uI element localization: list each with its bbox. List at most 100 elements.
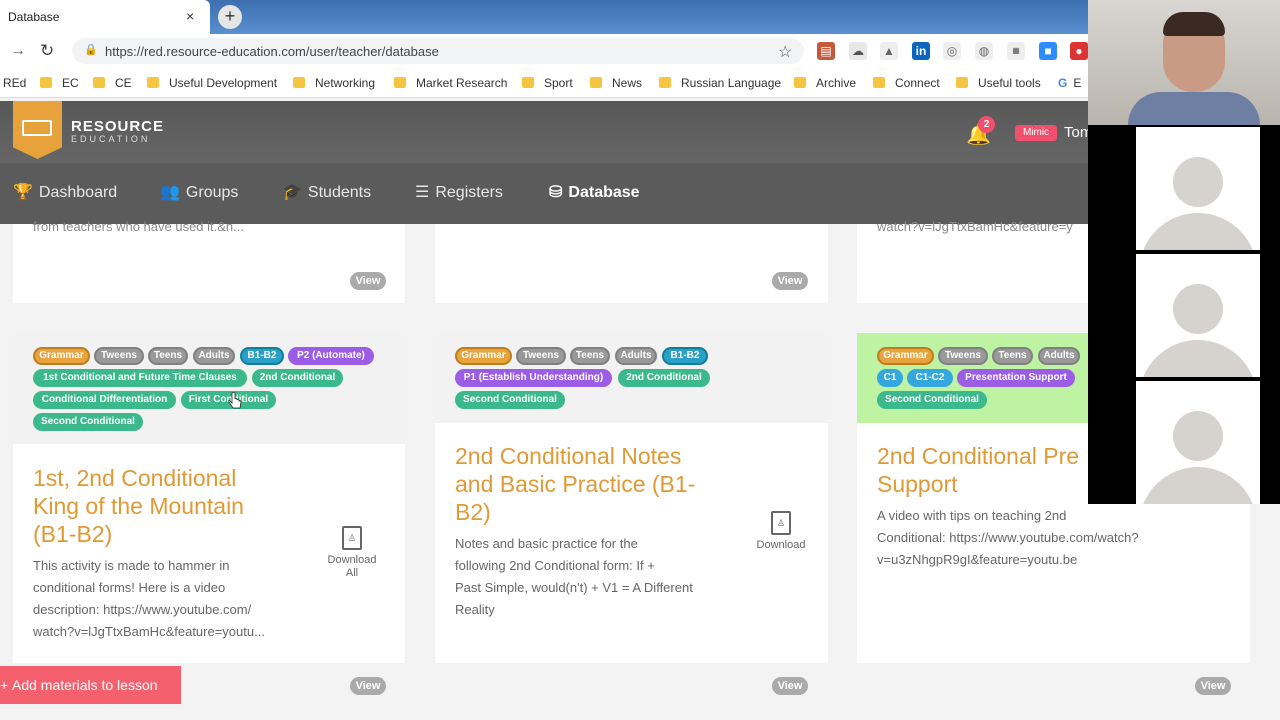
bookmark-connect[interactable]: Connect	[873, 76, 940, 90]
download-label: All	[345, 567, 359, 579]
nav-database[interactable]: ⛁ Database	[549, 182, 640, 202]
tool-extension-icon[interactable]: ▦	[1007, 42, 1025, 60]
view-button[interactable]: View	[772, 272, 808, 290]
view-button[interactable]: View	[350, 272, 386, 290]
url-text[interactable]: https://red.resource-education.com/user/…	[105, 44, 439, 59]
bookmark-google[interactable]: GE	[1058, 76, 1081, 90]
pdf-file-icon: ♙	[342, 526, 362, 550]
pdf-extension-icon[interactable]: ▤	[817, 42, 835, 60]
folder-icon	[873, 77, 885, 88]
card-title-line: 2nd Conditional Pre	[877, 443, 1080, 469]
pdf-file-icon: ♙	[771, 511, 791, 535]
card-title[interactable]: 2nd Conditional Notes and Basic Practice…	[455, 442, 735, 526]
bookmark-networking[interactable]: Networking	[293, 76, 375, 90]
bookmark-useful-development[interactable]: Useful Development	[147, 76, 277, 90]
bookmark-label: Useful Development	[169, 76, 278, 90]
resource-card-above-2	[435, 224, 828, 303]
card-title[interactable]: 1st, 2nd Conditional King of the Mountai…	[33, 464, 313, 548]
linkedin-extension-icon[interactable]: in	[912, 42, 930, 60]
cloud-extension-icon[interactable]: ☁	[849, 42, 867, 60]
tag-stage[interactable]: P1 (Establish Understanding)	[455, 369, 612, 387]
new-tab-button[interactable]: +	[218, 5, 242, 29]
view-button[interactable]: View	[1195, 677, 1231, 695]
shield-extension-icon[interactable]: ◍	[975, 42, 993, 60]
card-description: This activity is made to hammer in condi…	[33, 555, 323, 643]
bookmark-ec[interactable]: EC	[40, 76, 79, 90]
tag-topic[interactable]: Second Conditional	[877, 391, 987, 409]
tag-teens[interactable]: Teens	[148, 347, 188, 365]
bookmark-market-research[interactable]: Market Research	[394, 76, 507, 90]
zoom-extension-icon[interactable]: ■	[1039, 42, 1057, 60]
reload-icon[interactable]: ↻	[40, 41, 54, 61]
tag-level[interactable]: B1-B2	[662, 347, 708, 365]
folder-icon	[394, 77, 406, 88]
tag-topic[interactable]: 2nd Conditional	[252, 369, 343, 387]
resource-card-above-1	[13, 224, 405, 303]
bookmark-archive[interactable]: Archive	[794, 76, 856, 90]
tag-level[interactable]: C1-C2	[907, 369, 953, 387]
list-icon: ☰	[415, 184, 430, 201]
bookmark-news[interactable]: News	[590, 76, 642, 90]
tag-stage[interactable]: Presentation Support	[957, 369, 1075, 387]
bookmark-label: Market Research	[416, 76, 508, 90]
bookmark-label: Russian Language	[681, 76, 782, 90]
nav-students[interactable]: 🎓 Students	[282, 182, 371, 202]
folder-icon	[93, 77, 105, 88]
add-materials-button[interactable]: Add materials to lesson	[0, 666, 181, 704]
tag-grammar[interactable]: Grammar	[877, 347, 934, 365]
tag-topic[interactable]: 1st Conditional and Future Time Clauses	[33, 369, 247, 387]
tag-adults[interactable]: Adults	[193, 347, 235, 365]
avatar-placeholder-icon	[1173, 157, 1223, 207]
database-icon: ⛁	[549, 184, 563, 201]
bookmark-label: CE	[115, 76, 132, 90]
tag-level[interactable]: C1	[877, 369, 903, 387]
card-description: A video with tips on teaching 2nd Condit…	[877, 505, 1207, 571]
nav-label: Database	[568, 184, 640, 201]
card-description-line: watch?v=lJgTtxBamHc&feature=youtu...	[33, 624, 265, 639]
users-icon: 👥	[160, 184, 180, 201]
nav-dashboard[interactable]: 🏆 Dashboard	[13, 182, 117, 202]
folder-icon	[40, 77, 52, 88]
bookmark-star-icon[interactable]: ☆	[778, 42, 792, 62]
tag-teens[interactable]: Teens	[570, 347, 610, 365]
bookmark-ce[interactable]: CE	[93, 76, 132, 90]
card-title-line: 1st, 2nd Conditional	[33, 465, 237, 491]
tab-close-icon[interactable]: ×	[186, 8, 194, 24]
card-description-line: Past Simple, would(n't) + V1 = A Differe…	[455, 580, 693, 595]
tag-tweens[interactable]: Tweens	[938, 347, 988, 365]
tag-grammar[interactable]: Grammar	[455, 347, 512, 365]
bookmark-sport[interactable]: Sport	[522, 76, 573, 90]
tag-level[interactable]: B1-B2	[240, 347, 284, 365]
nav-groups[interactable]: 👥 Groups	[160, 182, 238, 202]
card-title[interactable]: 2nd Conditional Pre Support	[877, 442, 1088, 498]
view-button[interactable]: View	[350, 677, 386, 695]
tag-teens[interactable]: Teens	[992, 347, 1033, 365]
bookmark-label: Connect	[895, 76, 940, 90]
forward-arrow-icon[interactable]: →	[10, 42, 26, 60]
globe-extension-icon[interactable]: ◎	[943, 42, 961, 60]
avatar-extension-icon[interactable]: ●	[1070, 42, 1088, 60]
card-title-line: B2)	[455, 499, 491, 525]
tag-adults[interactable]: Adults	[1038, 347, 1080, 365]
download-button[interactable]: ♙ Download	[751, 511, 811, 552]
tag-adults[interactable]: Adults	[615, 347, 657, 365]
bookmark-red[interactable]: REd	[3, 76, 26, 90]
tag-tweens[interactable]: Tweens	[94, 347, 144, 365]
plus-icon: +	[0, 677, 9, 693]
download-all-button[interactable]: ♙ Download All	[322, 526, 382, 580]
tag-topic[interactable]: Conditional Differentiation	[33, 391, 176, 409]
tag-topic[interactable]: Second Conditional	[33, 413, 143, 431]
nav-registers[interactable]: ☰ Registers	[415, 182, 503, 202]
bookmark-useful-tools[interactable]: Useful tools	[956, 76, 1041, 90]
tag-topic[interactable]: 2nd Conditional	[618, 369, 710, 387]
tag-topic[interactable]: Second Conditional	[455, 391, 565, 409]
tag-stage[interactable]: P2 (Automate)	[288, 347, 374, 365]
trophy-icon: 🏆	[13, 184, 33, 201]
tag-grammar[interactable]: Grammar	[33, 347, 90, 365]
view-button[interactable]: View	[772, 677, 808, 695]
tag-tweens[interactable]: Tweens	[516, 347, 566, 365]
bookmark-label: EC	[62, 76, 79, 90]
nav-label: Groups	[185, 184, 239, 201]
drive-extension-icon[interactable]: ▲	[880, 42, 898, 60]
bookmark-russian-language[interactable]: Russian Language	[659, 76, 781, 90]
